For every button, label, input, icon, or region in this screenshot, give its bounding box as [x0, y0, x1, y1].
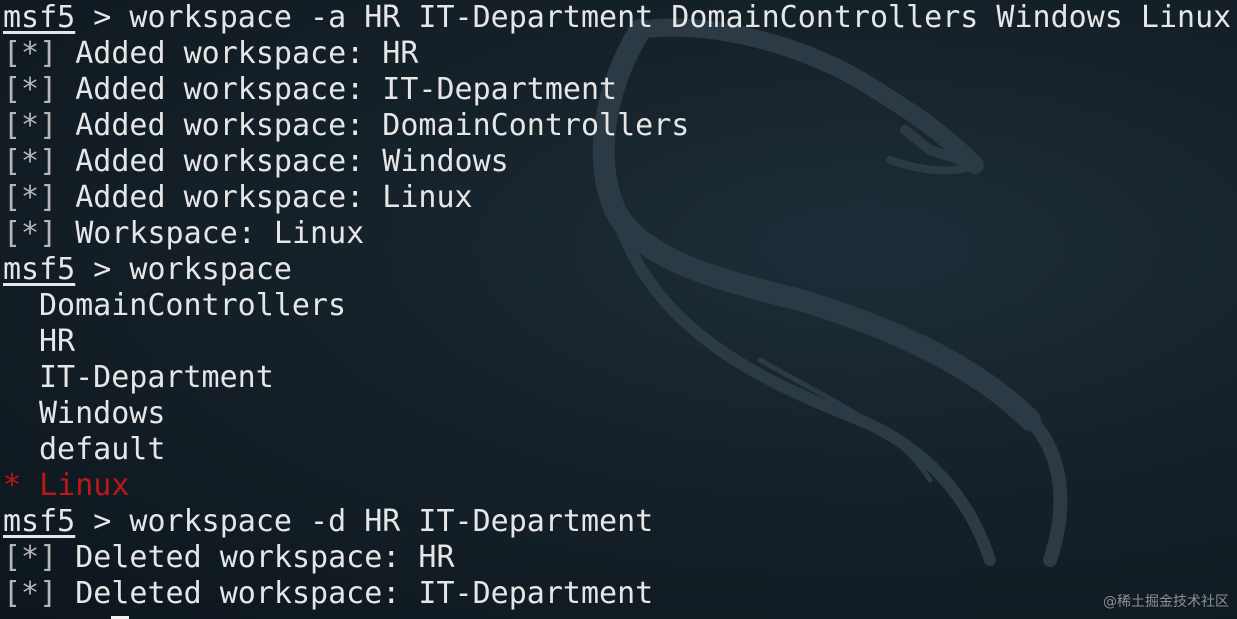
command-line: msf5 > workspace -d HR IT-Department	[3, 504, 1231, 540]
output-line: [*] Added workspace: HR	[3, 36, 419, 71]
workspace-name: IT-Department	[418, 576, 654, 611]
workspace-name: HR	[418, 540, 455, 575]
workspace-name: IT-Department	[382, 72, 618, 107]
info-marker: [*]	[3, 540, 58, 575]
msf-prompt: msf5	[3, 0, 76, 35]
workspace-name: HR	[382, 36, 419, 71]
command-text: > workspace -d HR IT-Department	[75, 504, 654, 539]
output-line: [*] Added workspace: Windows	[3, 144, 509, 179]
msf-prompt: msf5	[3, 252, 76, 287]
command-text: > workspace	[75, 252, 292, 287]
info-marker: [*]	[3, 180, 58, 215]
info-marker: [*]	[3, 216, 58, 251]
command-line: msf5 > workspace	[3, 252, 1231, 288]
workspace-list-item: Windows	[39, 396, 166, 431]
active-marker: *	[3, 468, 22, 503]
workspace-list-item: DomainControllers	[39, 288, 347, 323]
info-marker: [*]	[3, 576, 58, 611]
info-marker: [*]	[3, 72, 58, 107]
command-line: msf5 > workspace -a HR IT-Department Dom…	[3, 0, 1231, 36]
input-line[interactable]	[3, 612, 1231, 619]
workspace-list-item: HR	[39, 324, 76, 359]
workspace-list-item: default	[39, 432, 166, 467]
terminal-window[interactable]: msf5 > workspace -a HR IT-Department Dom…	[0, 0, 1237, 619]
command-text: > workspace -a HR IT-Department DomainCo…	[75, 0, 1232, 35]
workspace-list-item: IT-Department	[39, 360, 274, 395]
msf-prompt: msf5	[3, 504, 76, 539]
active-workspace-name: Linux	[39, 468, 130, 503]
info-marker: [*]	[3, 144, 58, 179]
output-line: [*] Deleted workspace: IT-Department	[3, 576, 654, 611]
info-marker: [*]	[3, 108, 58, 143]
output-line: [*] Added workspace: IT-Department	[3, 72, 618, 107]
watermark-text: @稀土掘金技术社区	[1103, 594, 1229, 610]
output-line: [*] Deleted workspace: HR	[3, 540, 455, 575]
output-line: [*] Added workspace: Linux	[3, 180, 473, 215]
output-line: [*] Workspace: Linux	[3, 216, 1231, 252]
current-workspace-text: Workspace: Linux	[75, 216, 365, 251]
terminal-output: msf5 > workspace -a HR IT-Department Dom…	[3, 0, 1231, 619]
info-marker: [*]	[3, 36, 58, 71]
active-workspace-item: * Linux	[3, 468, 1231, 504]
output-line: [*] Added workspace: DomainControllers	[3, 108, 690, 143]
workspace-name: Linux	[382, 180, 473, 215]
workspace-name: DomainControllers	[382, 108, 690, 143]
workspace-name: Windows	[382, 144, 509, 179]
